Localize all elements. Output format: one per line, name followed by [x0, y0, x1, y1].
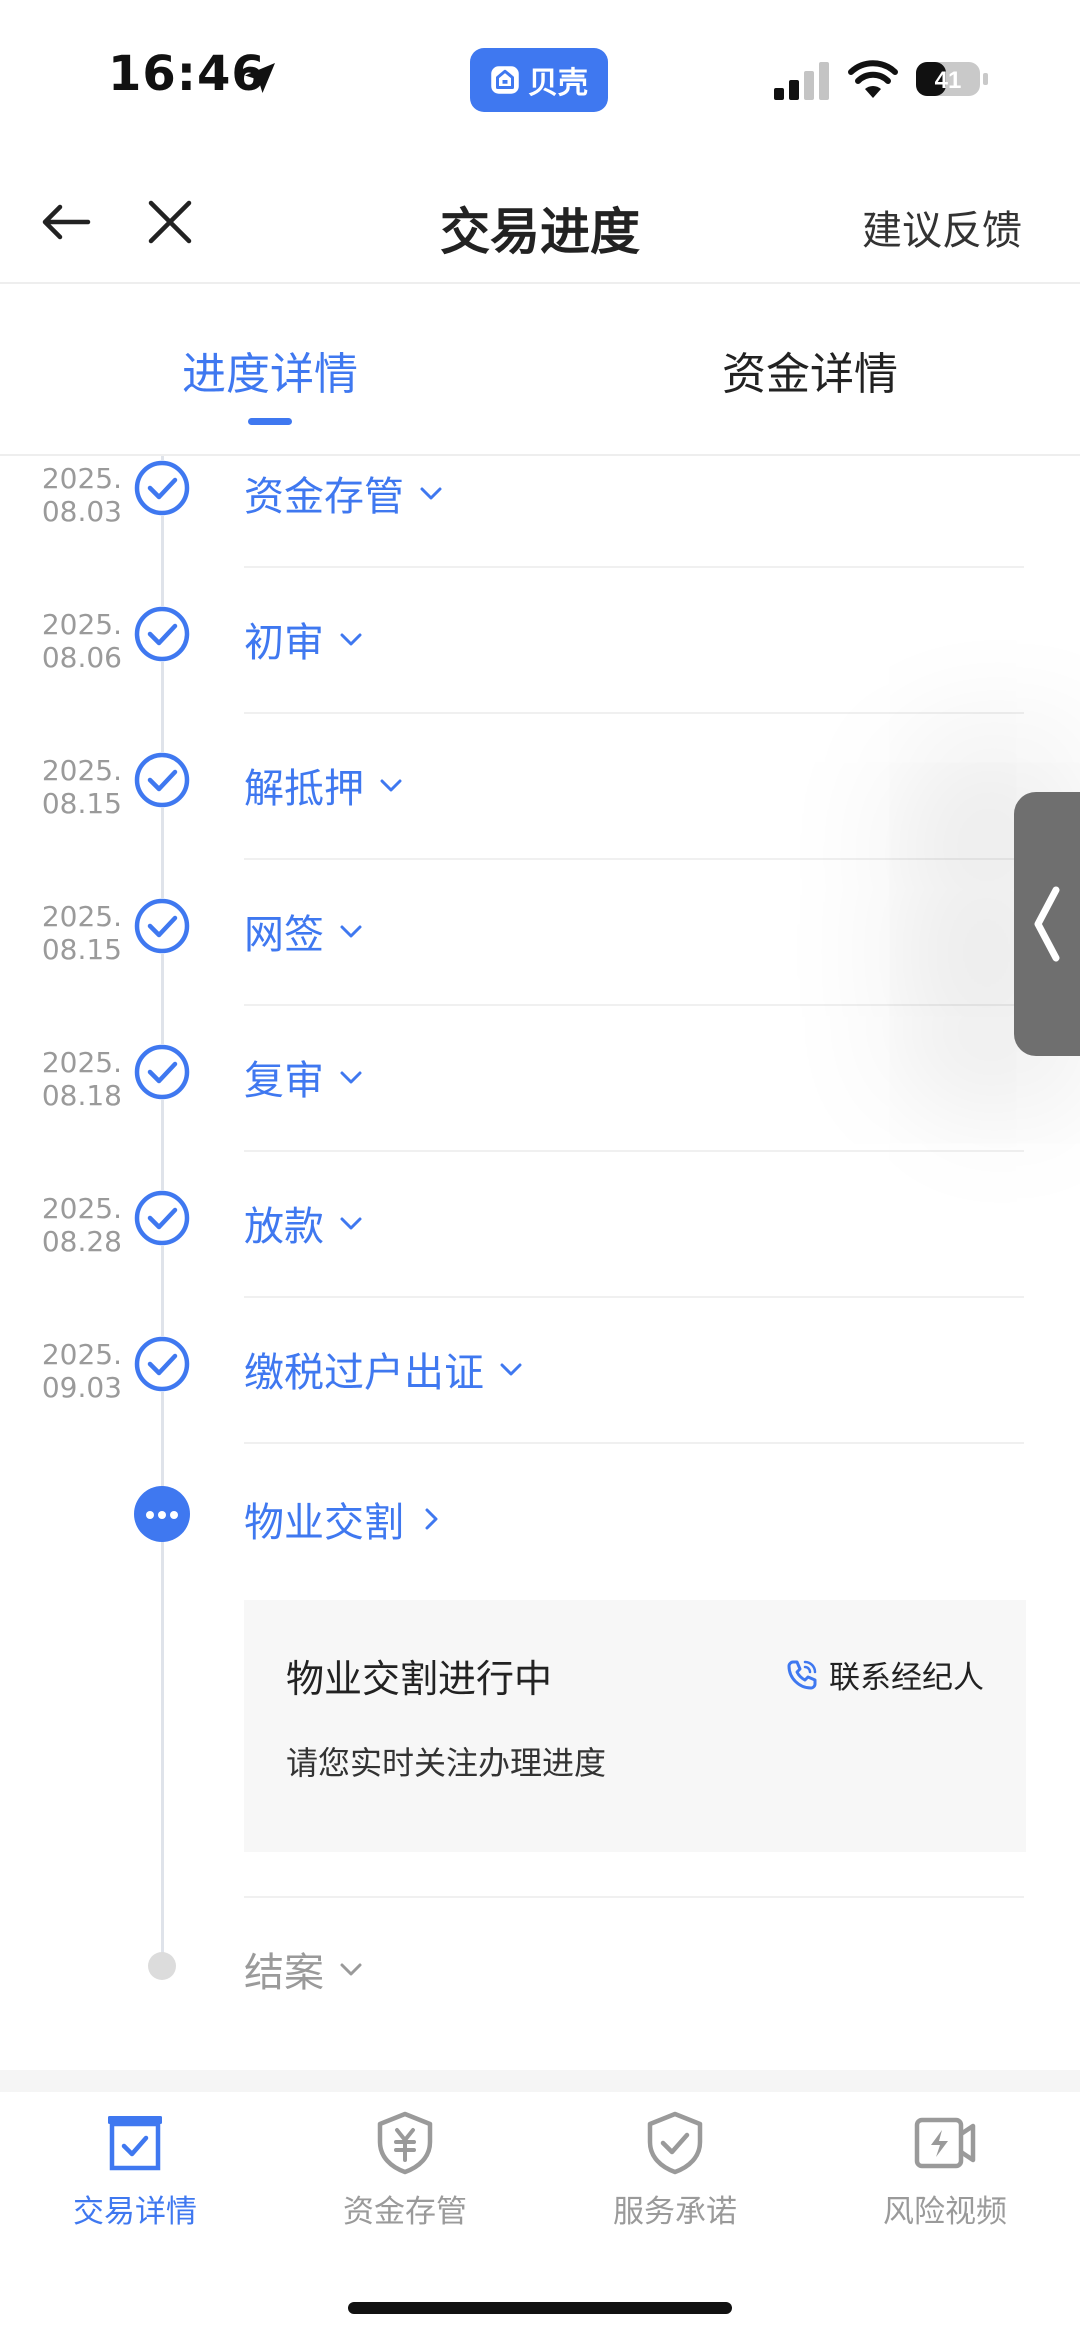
tab-fund-detail[interactable]: 资金详情	[630, 338, 990, 402]
check-circle-icon	[134, 1044, 190, 1100]
tab-label: 服务承诺	[613, 2194, 737, 2230]
battery-level: 41	[935, 67, 962, 94]
chevron-down-icon	[340, 1071, 362, 1084]
timeline-step[interactable]: 2025. 08.06 初审	[0, 606, 1080, 752]
timeline-step[interactable]: 2025. 09.03 缴税过户出证	[0, 1336, 1080, 1482]
transaction-detail-icon	[108, 2116, 162, 2171]
detail-tabs: 进度详情 资金详情	[0, 284, 1080, 456]
progress-timeline: 2025. 08.03 资金存管 2025. 08.06 初审 2025. 08.15…	[0, 456, 1080, 2070]
side-drawer-handle[interactable]	[1014, 792, 1080, 1056]
app-name: 贝壳	[528, 66, 588, 101]
risk-video-icon	[914, 2117, 976, 2169]
location-arrow-icon	[245, 63, 275, 93]
pending-step-name[interactable]: 结案	[244, 1940, 364, 1998]
divider	[244, 566, 1024, 568]
in-progress-dots-icon	[134, 1486, 190, 1542]
active-tab-indicator	[248, 418, 292, 425]
check-circle-icon	[134, 752, 190, 808]
battery-icon: 41	[916, 62, 988, 96]
step-name[interactable]: 网签	[244, 902, 364, 960]
home-indicator[interactable]	[348, 2302, 732, 2314]
timeline-step[interactable]: 2025. 08.18 复审	[0, 1044, 1080, 1190]
contact-agent-button[interactable]: 联系经纪人	[785, 1652, 984, 1697]
bottom-separator	[0, 2070, 1080, 2092]
step-name[interactable]: 解抵押	[244, 756, 404, 814]
card-subtitle: 请您实时关注办理进度	[286, 1744, 607, 1782]
timeline-step[interactable]: 2025. 08.15 网签	[0, 898, 1080, 1044]
cellular-signal-icon	[774, 62, 829, 100]
divider	[244, 858, 1024, 860]
step-date: 2025. 08.28	[41, 1192, 122, 1258]
divider	[244, 1004, 1024, 1006]
divider	[244, 1296, 1024, 1298]
current-step-card: 物业交割进行中 联系经纪人 请您实时关注办理进度	[244, 1600, 1026, 1852]
feedback-button[interactable]: 建议反馈	[862, 198, 1022, 256]
divider	[244, 712, 1024, 714]
chevron-down-icon	[500, 1363, 522, 1376]
bottom-tab-transaction-detail[interactable]: 交易详情	[0, 2110, 270, 2231]
chevron-down-icon	[420, 487, 442, 500]
divider	[244, 1150, 1024, 1152]
beike-logo-icon	[491, 66, 519, 94]
step-name[interactable]: 复审	[244, 1048, 364, 1106]
step-date: 2025. 08.15	[41, 900, 122, 966]
divider	[244, 1896, 1024, 1898]
chevron-down-icon	[340, 925, 362, 938]
fund-custody-icon	[377, 2111, 433, 2175]
back-to-app-button[interactable]: 贝壳	[470, 48, 608, 112]
step-name[interactable]: 缴税过户出证	[244, 1340, 524, 1398]
step-date: 2025. 08.03	[41, 462, 122, 528]
check-circle-icon	[134, 1336, 190, 1392]
current-step-name[interactable]: 物业交割	[244, 1490, 444, 1548]
chevron-down-icon	[340, 1963, 362, 1976]
chevron-down-icon	[340, 633, 362, 646]
timeline-step[interactable]: 2025. 08.28 放款	[0, 1190, 1080, 1336]
step-date: 2025. 08.06	[41, 608, 122, 674]
service-promise-icon	[647, 2111, 703, 2175]
step-date: 2025. 09.03	[41, 1338, 122, 1404]
step-date: 2025. 08.15	[41, 754, 122, 820]
step-date: 2025. 08.18	[41, 1046, 122, 1112]
timeline-step[interactable]: 2025. 08.15 解抵押	[0, 752, 1080, 898]
bottom-tab-fund-custody[interactable]: 资金存管	[270, 2110, 540, 2231]
divider	[244, 1442, 1024, 1444]
status-bar: 16:46 贝壳 41	[0, 0, 1080, 150]
wifi-icon	[848, 60, 898, 98]
tab-label: 风险视频	[883, 2194, 1007, 2230]
pending-dot-icon	[148, 1952, 176, 1980]
bottom-tab-service-promise[interactable]: 服务承诺	[540, 2110, 810, 2231]
check-circle-icon	[134, 606, 190, 662]
step-name[interactable]: 初审	[244, 610, 364, 668]
chevron-down-icon	[380, 779, 402, 792]
chevron-down-icon	[340, 1217, 362, 1230]
step-name[interactable]: 资金存管	[244, 464, 444, 522]
chevron-right-icon	[425, 1508, 438, 1530]
timeline-step[interactable]: 2025. 08.03 资金存管	[0, 460, 1080, 606]
bottom-tab-risk-video[interactable]: 风险视频	[810, 2110, 1080, 2231]
tab-label: 交易详情	[73, 2194, 197, 2230]
card-title: 物业交割进行中	[286, 1657, 553, 1701]
chevron-left-icon	[1034, 886, 1060, 962]
step-name[interactable]: 放款	[244, 1194, 364, 1252]
tab-progress-detail[interactable]: 进度详情	[90, 338, 450, 402]
phone-icon	[787, 1660, 817, 1689]
nav-bar: 交易进度 建议反馈	[0, 150, 1080, 284]
check-circle-icon	[134, 460, 190, 516]
check-circle-icon	[134, 898, 190, 954]
tab-label: 资金存管	[343, 2194, 467, 2230]
check-circle-icon	[134, 1190, 190, 1246]
contact-agent-label: 联系经纪人	[829, 1660, 984, 1696]
